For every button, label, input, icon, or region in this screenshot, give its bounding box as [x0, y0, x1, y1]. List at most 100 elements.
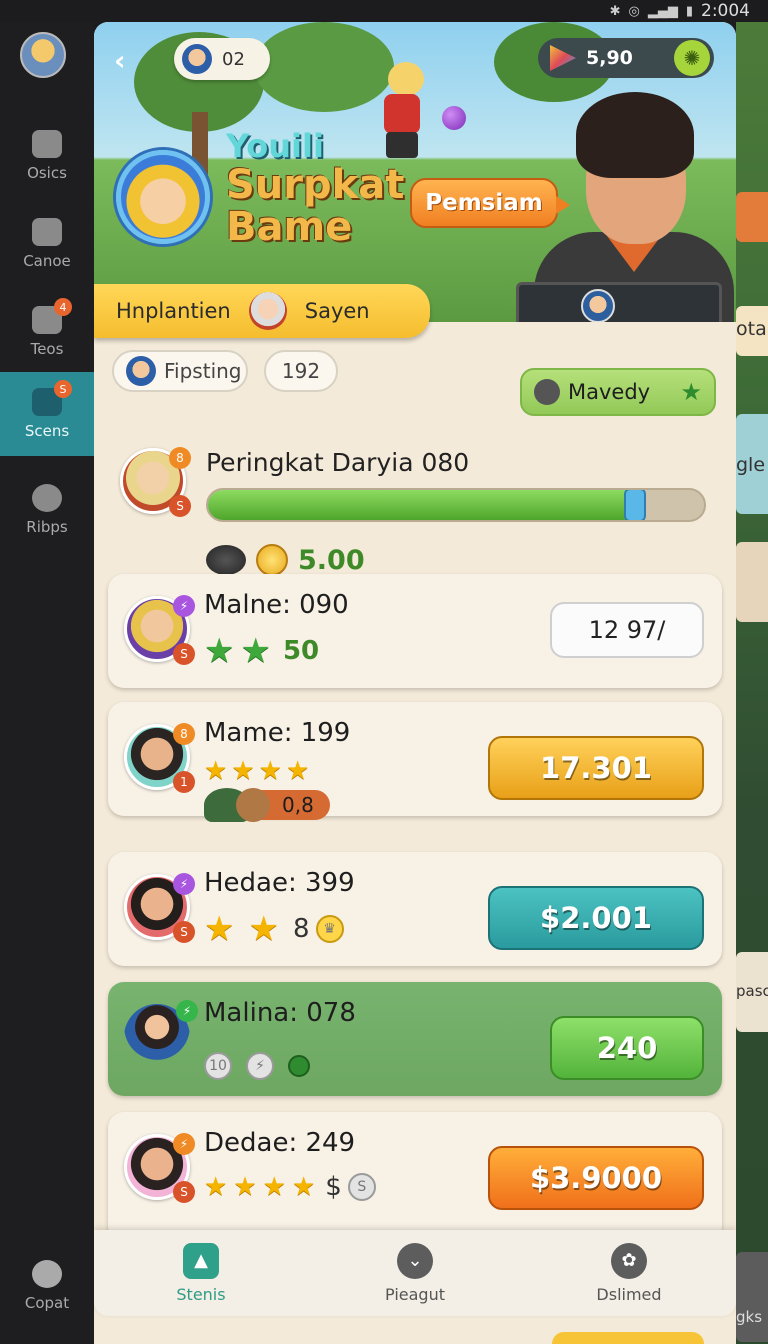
edge-card	[736, 542, 768, 622]
building-icon: 4	[32, 298, 72, 334]
row-extra: $	[325, 1172, 342, 1202]
nav-item-pieagut[interactable]: ⌄ Pieagut	[308, 1230, 522, 1316]
row-value-button[interactable]: 17.301	[488, 736, 704, 800]
rail-badge: S	[54, 380, 72, 398]
star-icon: ★	[204, 1172, 228, 1202]
row-meta: 10 ⚡	[204, 1052, 310, 1080]
s-badge-icon: S	[169, 495, 191, 517]
rank-badge-icon: ⚡	[173, 1133, 195, 1155]
cookie-icon	[236, 788, 270, 822]
filter-chip-mavedy[interactable]: Mavedy ★	[520, 368, 716, 416]
coin-icon: ♛	[315, 915, 344, 943]
star-icon: ★	[204, 756, 228, 786]
list-item[interactable]: ⚡ Malina: 078 10 ⚡ 240	[108, 982, 722, 1096]
ribbon-left-label: Hnplantien	[116, 299, 231, 323]
filter-chip-count[interactable]: 192	[264, 350, 338, 392]
profile-avatar[interactable]	[20, 32, 66, 78]
rail-item-canoe[interactable]: Canoe	[0, 202, 94, 286]
star-icon: ★	[248, 909, 279, 949]
bluetooth-icon: ✱	[609, 3, 621, 19]
star-icon: ★	[231, 756, 255, 786]
bolt-badge-icon: ⚡	[173, 873, 195, 895]
side-rail: Osics Canoe 4 Teos S Scens Ribps Copat	[0, 22, 94, 1344]
rail-label: Copat	[24, 1294, 70, 1312]
status-time: 2:004	[701, 1, 750, 21]
beetle-icon	[534, 379, 560, 405]
s-badge-icon: S	[173, 921, 195, 943]
row-name: Malne: 090	[204, 590, 349, 620]
row-extra: 8	[292, 914, 310, 944]
progress-handle[interactable]	[623, 490, 646, 520]
player-count: 02	[222, 48, 245, 70]
ribbon-right-label: Sayen	[304, 299, 370, 323]
title-line-2: Surpkat	[226, 161, 405, 208]
search-icon	[32, 1260, 62, 1288]
rail-item-copat[interactable]: Copat	[0, 1244, 94, 1328]
rail-label: Scens	[24, 422, 70, 440]
rank-badge-icon: 8	[169, 447, 191, 469]
creature-icon: S	[32, 380, 72, 416]
filter-chip-fipsting[interactable]: Fipsting	[112, 350, 248, 392]
player-count-pill[interactable]: 02	[174, 38, 270, 80]
edge-card: gks	[736, 1252, 768, 1342]
row-value-button[interactable]: 240	[550, 1016, 704, 1080]
progress-bar	[206, 488, 706, 522]
dashboard-icon	[32, 130, 62, 158]
row-name: Mame: 199	[204, 718, 351, 748]
list-item[interactable]: ⚡ S Malne: 090 ★ ★ 50 12 97/	[108, 574, 722, 688]
title-line-3: Bame	[226, 203, 353, 250]
progress-fill	[208, 490, 635, 520]
currency-pill[interactable]: 5,90 ✺	[538, 38, 714, 78]
progress-row: 8 S Peringkat Daryia 080 5.00	[120, 446, 716, 576]
battery-icon: ▮	[685, 3, 693, 19]
player-avatar	[182, 44, 212, 74]
green-coin-icon	[288, 1055, 310, 1077]
row-name: Malina: 078	[204, 998, 356, 1028]
reward-amount: 5.00	[298, 544, 365, 576]
nav-item-stenis[interactable]: ▲ Stenis	[94, 1230, 308, 1316]
nav-label: Pieagut	[385, 1284, 445, 1304]
robot-icon	[32, 484, 62, 512]
chip-avatar	[126, 356, 156, 386]
row-name: Hedae: 399	[204, 868, 355, 898]
hero-banner: ‹ 02 5,90 ✺ Youili Surpkat Bame Pemsiam	[94, 22, 736, 322]
s-badge-icon: S	[173, 643, 195, 665]
star-icon: ★	[204, 909, 235, 949]
bolt-badge-icon: ⚡	[173, 595, 195, 617]
rail-item-ribps[interactable]: Ribps	[0, 468, 94, 552]
s-badge-icon: 1	[173, 771, 195, 793]
currency-amount: 5,90	[586, 47, 633, 69]
row-value-button[interactable]: $3.9000	[488, 1146, 704, 1210]
list-item[interactable]: ⚡ S Hedae: 399 ★ ★ 8 ♛ $2.001	[108, 852, 722, 966]
coal-icon	[206, 545, 246, 575]
player-avatar: 8 1	[124, 723, 195, 793]
signal-icon: ▂▄▆	[647, 3, 678, 19]
list-item[interactable]: ⚡ S Dedae: 249 ★ ★ ★ ★ $ S $3.9000	[108, 1112, 722, 1242]
home-icon: ▲	[183, 1242, 219, 1279]
title-line-1: Youili	[226, 127, 324, 165]
star-icon: ★	[285, 756, 310, 786]
star-icon: ★	[204, 631, 235, 671]
rail-item-scens[interactable]: S Scens	[0, 372, 94, 456]
row-name: Dedae: 249	[204, 1128, 356, 1158]
row-value-button[interactable]: 12 97/	[550, 602, 704, 658]
premium-button[interactable]: Pemsiam	[410, 178, 570, 228]
rail-item-teos[interactable]: 4 Teos	[0, 290, 94, 374]
rail-badge: 4	[54, 298, 72, 316]
player-avatar: ⚡	[124, 1000, 198, 1070]
player-avatar: ⚡ S	[124, 873, 195, 943]
background-panel-edge: otar gle pasc gks	[736, 22, 768, 1344]
rail-item-osics[interactable]: Osics	[0, 114, 94, 198]
s-badge-icon: S	[173, 1181, 195, 1203]
chip-label: Fipsting	[164, 359, 242, 383]
gear-icon[interactable]: ✺	[674, 40, 710, 76]
hero-ribbon[interactable]: Hnplantien Sayen	[94, 284, 430, 338]
list-item[interactable]: 8 1 Mame: 199 ★ ★ ★ ★ 0,8 17.301	[108, 702, 722, 822]
edge-card: otar	[736, 306, 768, 356]
nav-item-dslimed[interactable]: ✿ Dslimed	[522, 1230, 736, 1316]
bolt-badge-icon: ⚡	[176, 1000, 198, 1022]
hero-avatar[interactable]	[116, 150, 210, 244]
row-value-button[interactable]: $2.001	[488, 886, 704, 950]
back-arrow-icon[interactable]: ‹	[114, 44, 126, 77]
star-icon: ★	[240, 631, 271, 671]
